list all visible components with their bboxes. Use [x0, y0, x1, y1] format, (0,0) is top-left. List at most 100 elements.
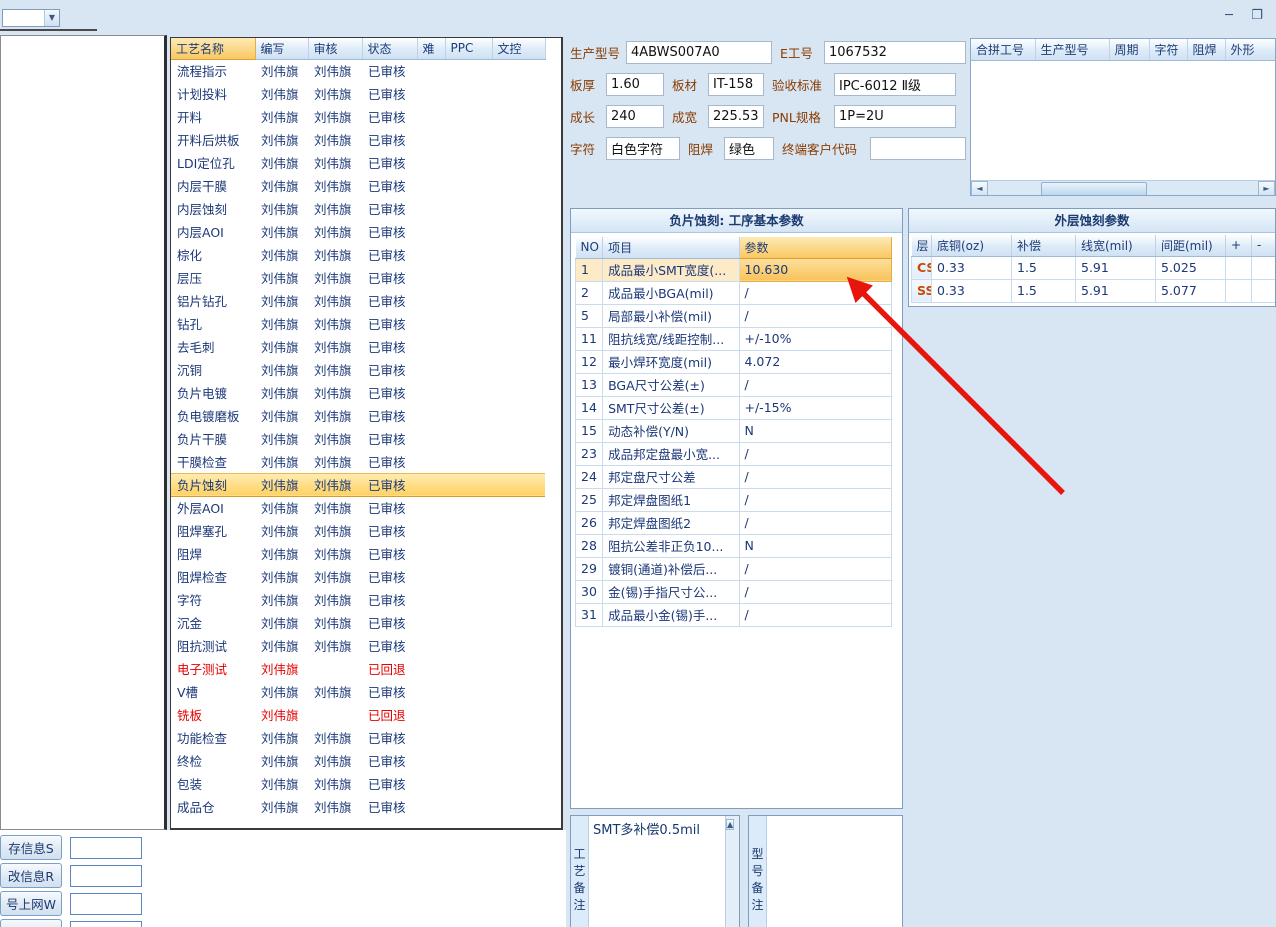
param-row[interactable]: 25 邦定焊盘图纸1 / [574, 487, 892, 512]
column-header-spacing[interactable]: 间距(mil) [1155, 235, 1226, 257]
maximize-button[interactable]: ❐ [1248, 8, 1266, 23]
model-online-button[interactable]: 号上网W [0, 891, 62, 916]
process-row[interactable]: 电子测试 刘伟旗 已回退 [171, 657, 545, 680]
param-value-cell[interactable]: N [738, 418, 892, 443]
param-value-cell[interactable]: / [738, 602, 892, 627]
process-row[interactable]: 层压 刘伟旗 刘伟旗 已审核 [171, 266, 545, 289]
param-row[interactable]: 24 邦定盘尺寸公差 / [574, 464, 892, 489]
process-row[interactable]: 阻焊塞孔 刘伟旗 刘伟旗 已审核 [171, 519, 545, 542]
process-row[interactable]: 终检 刘伟旗 刘伟旗 已审核 [171, 749, 545, 772]
process-row[interactable]: 钻孔 刘伟旗 刘伟旗 已审核 [171, 312, 545, 335]
process-row[interactable]: 功能检查 刘伟旗 刘伟旗 已审核 [171, 726, 545, 749]
param-row[interactable]: 29 镀铜(通道)补偿后... / [574, 556, 892, 581]
column-header-legend[interactable]: 字符 [1149, 39, 1188, 61]
product-model-input[interactable] [626, 41, 772, 64]
process-row[interactable]: 内层AOI 刘伟旗 刘伟旗 已审核 [171, 220, 545, 243]
board-thickness-input[interactable] [606, 73, 664, 96]
column-header-reviewer[interactable]: 审核 [308, 38, 363, 60]
horizontal-scrollbar[interactable]: ◄ ► [971, 179, 1275, 195]
column-header-plus[interactable]: + [1225, 235, 1252, 257]
param-value-cell[interactable]: N [738, 533, 892, 558]
param-row[interactable]: 28 阻抗公差非正负10... N [574, 533, 892, 558]
process-row[interactable]: 阻抗测试 刘伟旗 刘伟旗 已审核 [171, 634, 545, 657]
param-row[interactable]: 5 局部最小补偿(mil) / [574, 303, 892, 328]
column-header-no[interactable]: NO [575, 237, 604, 259]
save-info-input[interactable] [70, 836, 142, 859]
param-row[interactable]: 1 成品最小SMT宽度(... 10.630 [574, 257, 892, 282]
modify-info-button[interactable]: 改信息R [0, 863, 62, 888]
column-header-item[interactable]: 项目 [602, 237, 740, 259]
model-online-input[interactable] [70, 892, 142, 915]
process-row[interactable]: 流程指示 刘伟旗 刘伟旗 已审核 [171, 59, 545, 82]
process-row[interactable]: 内层干膜 刘伟旗 刘伟旗 已审核 [171, 174, 545, 197]
param-row[interactable]: 14 SMT尺寸公差(±) +/-15% [574, 395, 892, 420]
param-row[interactable]: 31 成品最小金(锡)手... / [574, 602, 892, 627]
process-row[interactable]: 沉金 刘伟旗 刘伟旗 已审核 [171, 611, 545, 634]
process-row[interactable]: 阻焊 刘伟旗 刘伟旗 已审核 [171, 542, 545, 565]
e-number-input[interactable] [824, 41, 966, 64]
process-row[interactable]: 铝片钻孔 刘伟旗 刘伟旗 已审核 [171, 289, 545, 312]
param-row[interactable]: 12 最小焊环宽度(mil) 4.072 [574, 349, 892, 374]
param-row[interactable]: 11 阻抗线宽/线距控制... +/-10% [574, 326, 892, 351]
process-row[interactable]: 计划投料 刘伟旗 刘伟旗 已审核 [171, 82, 545, 105]
process-row[interactable]: 去毛刺 刘伟旗 刘伟旗 已审核 [171, 335, 545, 358]
model-remark-textarea[interactable] [767, 816, 902, 927]
partial-input[interactable] [70, 920, 142, 927]
param-row[interactable]: 30 金(锡)手指尺寸公... / [574, 579, 892, 604]
solder-mask-input[interactable] [724, 137, 774, 160]
process-row[interactable]: 棕化 刘伟旗 刘伟旗 已审核 [171, 243, 545, 266]
acceptance-standard-input[interactable] [834, 73, 956, 96]
scroll-left-icon[interactable]: ◄ [971, 180, 988, 195]
column-header-status[interactable]: 状态 [362, 38, 418, 60]
process-row[interactable]: 开料后烘板 刘伟旗 刘伟旗 已审核 [171, 128, 545, 151]
param-value-cell[interactable]: 10.630 [738, 257, 892, 282]
column-header-combine-number[interactable]: 合拼工号 [971, 39, 1036, 61]
board-material-input[interactable] [708, 73, 764, 96]
outer-etch-row[interactable]: SS 0.33 1.5 5.91 5.077 [911, 278, 1275, 303]
param-value-cell[interactable]: / [738, 280, 892, 305]
param-value-cell[interactable]: / [738, 464, 892, 489]
save-info-button[interactable]: 存信息S [0, 835, 62, 860]
scroll-right-icon[interactable]: ► [1258, 180, 1275, 195]
param-value-cell[interactable]: +/-10% [738, 326, 892, 351]
param-value-cell[interactable]: / [738, 556, 892, 581]
column-header-layer[interactable]: 层 [911, 235, 932, 257]
param-row[interactable]: 26 邦定焊盘图纸2 / [574, 510, 892, 535]
process-row[interactable]: 负片蚀刻 刘伟旗 刘伟旗 已审核 [171, 472, 545, 497]
column-header-compensation[interactable]: 补偿 [1011, 235, 1076, 257]
process-row[interactable]: 干膜检查 刘伟旗 刘伟旗 已审核 [171, 450, 545, 473]
process-row[interactable]: 成品仓 刘伟旗 刘伟旗 已审核 [171, 795, 545, 818]
column-header-minus[interactable]: - [1251, 235, 1275, 257]
param-row[interactable]: 15 动态补偿(Y/N) N [574, 418, 892, 443]
process-row[interactable]: 包装 刘伟旗 刘伟旗 已审核 [171, 772, 545, 795]
column-header-doc-control[interactable]: 文控 [492, 38, 546, 60]
param-row[interactable]: 23 成品邦定盘最小宽... / [574, 441, 892, 466]
param-value-cell[interactable]: / [738, 579, 892, 604]
scroll-up-icon[interactable]: ▲ [726, 819, 735, 830]
process-row[interactable]: 阻焊检查 刘伟旗 刘伟旗 已审核 [171, 565, 545, 588]
column-header-difficulty[interactable]: 难 [417, 38, 446, 60]
chevron-down-icon[interactable]: ▼ [44, 10, 59, 26]
outer-etch-row[interactable]: CS 0.33 1.5 5.91 5.025 [911, 255, 1275, 280]
column-header-solder-mask[interactable]: 阻焊 [1187, 39, 1226, 61]
column-header-cycle[interactable]: 周期 [1109, 39, 1150, 61]
process-row[interactable]: LDI定位孔 刘伟旗 刘伟旗 已审核 [171, 151, 545, 174]
param-value-cell[interactable]: / [738, 372, 892, 397]
process-row[interactable]: 负片干膜 刘伟旗 刘伟旗 已审核 [171, 427, 545, 450]
column-header-writer[interactable]: 编写 [255, 38, 309, 60]
minimize-button[interactable]: ─ [1220, 8, 1238, 23]
remark-vertical-scrollbar[interactable]: ▲ [725, 816, 739, 927]
scrollbar-thumb[interactable] [1041, 181, 1147, 195]
param-row[interactable]: 13 BGA尺寸公差(±) / [574, 372, 892, 397]
param-value-cell[interactable]: 4.072 [738, 349, 892, 374]
process-row[interactable]: 沉铜 刘伟旗 刘伟旗 已审核 [171, 358, 545, 381]
toolbar-combobox[interactable]: ▼ [2, 9, 60, 27]
process-row[interactable]: 负电镀磨板 刘伟旗 刘伟旗 已审核 [171, 404, 545, 427]
end-customer-code-input[interactable] [870, 137, 966, 160]
column-header-base-copper[interactable]: 底铜(oz) [931, 235, 1012, 257]
param-value-cell[interactable]: / [738, 303, 892, 328]
finished-width-input[interactable] [708, 105, 764, 128]
column-header-outline[interactable]: 外形 [1225, 39, 1275, 61]
process-row[interactable]: 内层蚀刻 刘伟旗 刘伟旗 已审核 [171, 197, 545, 220]
column-header-process-name[interactable]: 工艺名称 [171, 38, 256, 60]
